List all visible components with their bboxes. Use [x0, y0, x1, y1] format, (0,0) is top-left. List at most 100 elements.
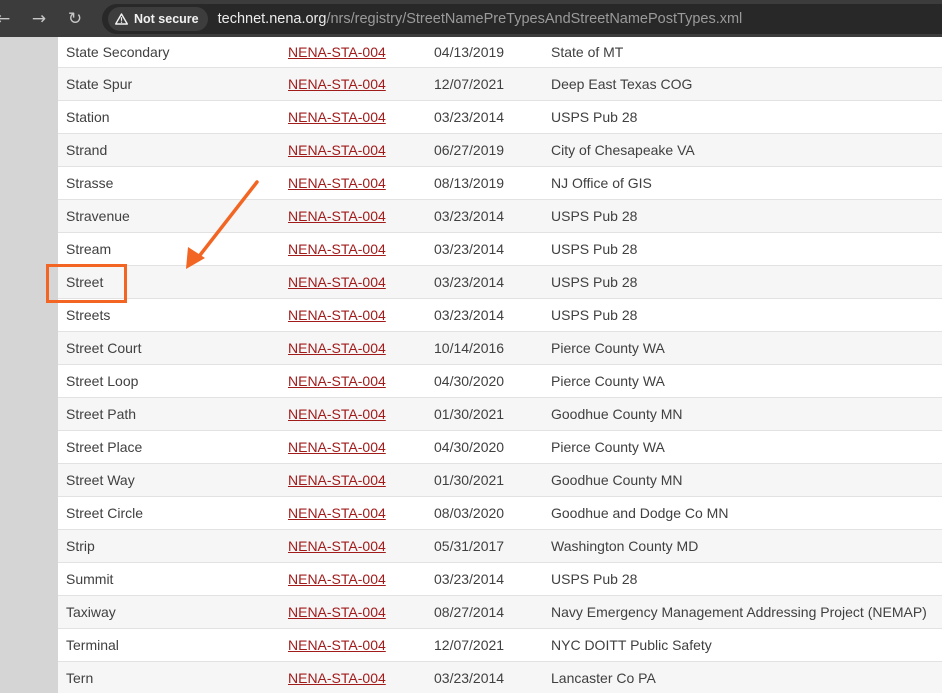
table-row: State Spur NENA-STA-004 12/07/2021 Deep Eas… — [58, 68, 942, 101]
cell-reference-link[interactable]: NENA-STA-004 — [288, 563, 386, 595]
table-row: Streets NENA-STA-004 03/23/2014 USPS Pub 28 — [58, 299, 942, 332]
cell-date: 05/31/2017 — [434, 538, 505, 554]
cell-source: Goodhue County MN — [551, 406, 683, 422]
cell-source: Pierce County WA — [551, 340, 665, 356]
cell-date: 03/23/2014 — [434, 208, 505, 224]
cell-street-type: Terminal — [66, 637, 119, 653]
security-chip[interactable]: Not secure — [108, 6, 208, 31]
cell-source: Lancaster Co PA — [551, 670, 656, 686]
forward-arrow-icon[interactable]: → — [24, 9, 54, 29]
browser-toolbar: ← → ↻ Not secure technet.nena.org/nrs/re… — [0, 0, 942, 37]
table-body: State Secondary NENA-STA-004 04/13/2019 Sta… — [58, 37, 942, 693]
warning-icon — [115, 12, 128, 25]
cell-street-type: Summit — [66, 571, 114, 587]
cell-street-type: Street — [66, 274, 104, 290]
cell-date: 03/23/2014 — [434, 307, 505, 323]
cell-reference-link[interactable]: NENA-STA-004 — [288, 167, 386, 199]
reload-icon[interactable]: ↻ — [60, 9, 90, 29]
cell-street-type: Strasse — [66, 175, 114, 191]
cell-date: 03/23/2014 — [434, 109, 505, 125]
cell-reference-link[interactable]: NENA-STA-004 — [288, 596, 386, 628]
cell-reference-link[interactable]: NENA-STA-004 — [288, 332, 386, 364]
cell-street-type: Strip — [66, 538, 95, 554]
cell-street-type: Street Way — [66, 472, 135, 488]
cell-date: 08/13/2019 — [434, 175, 505, 191]
cell-street-type: Tern — [66, 670, 94, 686]
cell-date: 03/23/2014 — [434, 241, 505, 257]
cell-reference-link[interactable]: NENA-STA-004 — [288, 497, 386, 529]
cell-reference-link[interactable]: NENA-STA-004 — [288, 629, 386, 661]
cell-reference-link[interactable]: NENA-STA-004 — [288, 200, 386, 232]
cell-date: 03/23/2014 — [434, 274, 505, 290]
cell-date: 04/30/2020 — [434, 373, 505, 389]
cell-street-type: Street Place — [66, 439, 143, 455]
cell-reference-link[interactable]: NENA-STA-004 — [288, 37, 386, 67]
cell-date: 08/03/2020 — [434, 505, 505, 521]
cell-street-type: State Secondary — [66, 44, 170, 60]
cell-reference-link[interactable]: NENA-STA-004 — [288, 464, 386, 496]
cell-reference-link[interactable]: NENA-STA-004 — [288, 68, 386, 100]
table-row: Street Circle NENA-STA-004 08/03/2020 Goodh… — [58, 497, 942, 530]
cell-source: USPS Pub 28 — [551, 307, 638, 323]
cell-date: 04/30/2020 — [434, 439, 505, 455]
cell-date: 04/13/2019 — [434, 44, 505, 60]
security-label: Not secure — [134, 11, 199, 26]
table-row: Street NENA-STA-004 03/23/2014 USPS Pub 28 — [58, 266, 942, 299]
table-row: Station NENA-STA-004 03/23/2014 USPS Pub 28 — [58, 101, 942, 134]
cell-source: Pierce County WA — [551, 373, 665, 389]
table-row: Terminal NENA-STA-004 12/07/2021 NYC DOITT … — [58, 629, 942, 662]
cell-street-type: Taxiway — [66, 604, 116, 620]
cell-source: USPS Pub 28 — [551, 274, 638, 290]
table-row: Street Court NENA-STA-004 10/14/2016 Pierce… — [58, 332, 942, 365]
cell-source: USPS Pub 28 — [551, 109, 638, 125]
cell-source: NJ Office of GIS — [551, 175, 652, 191]
table-row: Stravenue NENA-STA-004 03/23/2014 USPS Pub … — [58, 200, 942, 233]
cell-source: USPS Pub 28 — [551, 208, 638, 224]
table-row: Summit NENA-STA-004 03/23/2014 USPS Pub 28 — [58, 563, 942, 596]
registry-table: State Secondary NENA-STA-004 04/13/2019 Sta… — [58, 37, 942, 693]
cell-reference-link[interactable]: NENA-STA-004 — [288, 662, 386, 693]
cell-reference-link[interactable]: NENA-STA-004 — [288, 233, 386, 265]
table-row: Stream NENA-STA-004 03/23/2014 USPS Pub 28 — [58, 233, 942, 266]
cell-source: USPS Pub 28 — [551, 571, 638, 587]
cell-reference-link[interactable]: NENA-STA-004 — [288, 431, 386, 463]
table-row: Strand NENA-STA-004 06/27/2019 City of Ches… — [58, 134, 942, 167]
cell-source: Goodhue and Dodge Co MN — [551, 505, 729, 521]
cell-source: City of Chesapeake VA — [551, 142, 695, 158]
cell-street-type: Station — [66, 109, 110, 125]
cell-reference-link[interactable]: NENA-STA-004 — [288, 266, 386, 298]
cell-reference-link[interactable]: NENA-STA-004 — [288, 101, 386, 133]
table-row: Taxiway NENA-STA-004 08/27/2014 Navy Emerge… — [58, 596, 942, 629]
cell-date: 03/23/2014 — [434, 670, 505, 686]
url-text[interactable]: technet.nena.org/nrs/registry/StreetName… — [218, 11, 743, 27]
cell-street-type: Streets — [66, 307, 111, 323]
cell-date: 08/27/2014 — [434, 604, 505, 620]
table-row: Street Loop NENA-STA-004 04/30/2020 Pierce … — [58, 365, 942, 398]
cell-reference-link[interactable]: NENA-STA-004 — [288, 299, 386, 331]
cell-source: Washington County MD — [551, 538, 699, 554]
cell-date: 06/27/2019 — [434, 142, 505, 158]
url-path: /nrs/registry/StreetNamePreTypesAndStree… — [326, 10, 743, 27]
cell-street-type: Stravenue — [66, 208, 130, 224]
cell-date: 01/30/2021 — [434, 406, 505, 422]
cell-street-type: Street Court — [66, 340, 142, 356]
cell-street-type: Strand — [66, 142, 108, 158]
cell-reference-link[interactable]: NENA-STA-004 — [288, 398, 386, 430]
cell-source: Navy Emergency Management Addressing Pro… — [551, 604, 927, 620]
cell-street-type: Stream — [66, 241, 112, 257]
cell-source: Pierce County WA — [551, 439, 665, 455]
cell-source: State of MT — [551, 44, 624, 60]
address-bar[interactable]: Not secure technet.nena.org/nrs/registry… — [102, 3, 942, 34]
cell-reference-link[interactable]: NENA-STA-004 — [288, 365, 386, 397]
url-host: technet.nena.org — [217, 10, 327, 27]
cell-source: Deep East Texas COG — [551, 76, 693, 92]
cell-street-type: Street Loop — [66, 373, 139, 389]
cell-reference-link[interactable]: NENA-STA-004 — [288, 134, 386, 166]
cell-date: 12/07/2021 — [434, 76, 505, 92]
cell-source: USPS Pub 28 — [551, 241, 638, 257]
back-arrow-icon[interactable]: ← — [0, 9, 10, 29]
cell-reference-link[interactable]: NENA-STA-004 — [288, 530, 386, 562]
table-row: Strip NENA-STA-004 05/31/2017 Washington Co… — [58, 530, 942, 563]
cell-date: 10/14/2016 — [434, 340, 505, 356]
table-row: Street Place NENA-STA-004 04/30/2020 Pierce… — [58, 431, 942, 464]
